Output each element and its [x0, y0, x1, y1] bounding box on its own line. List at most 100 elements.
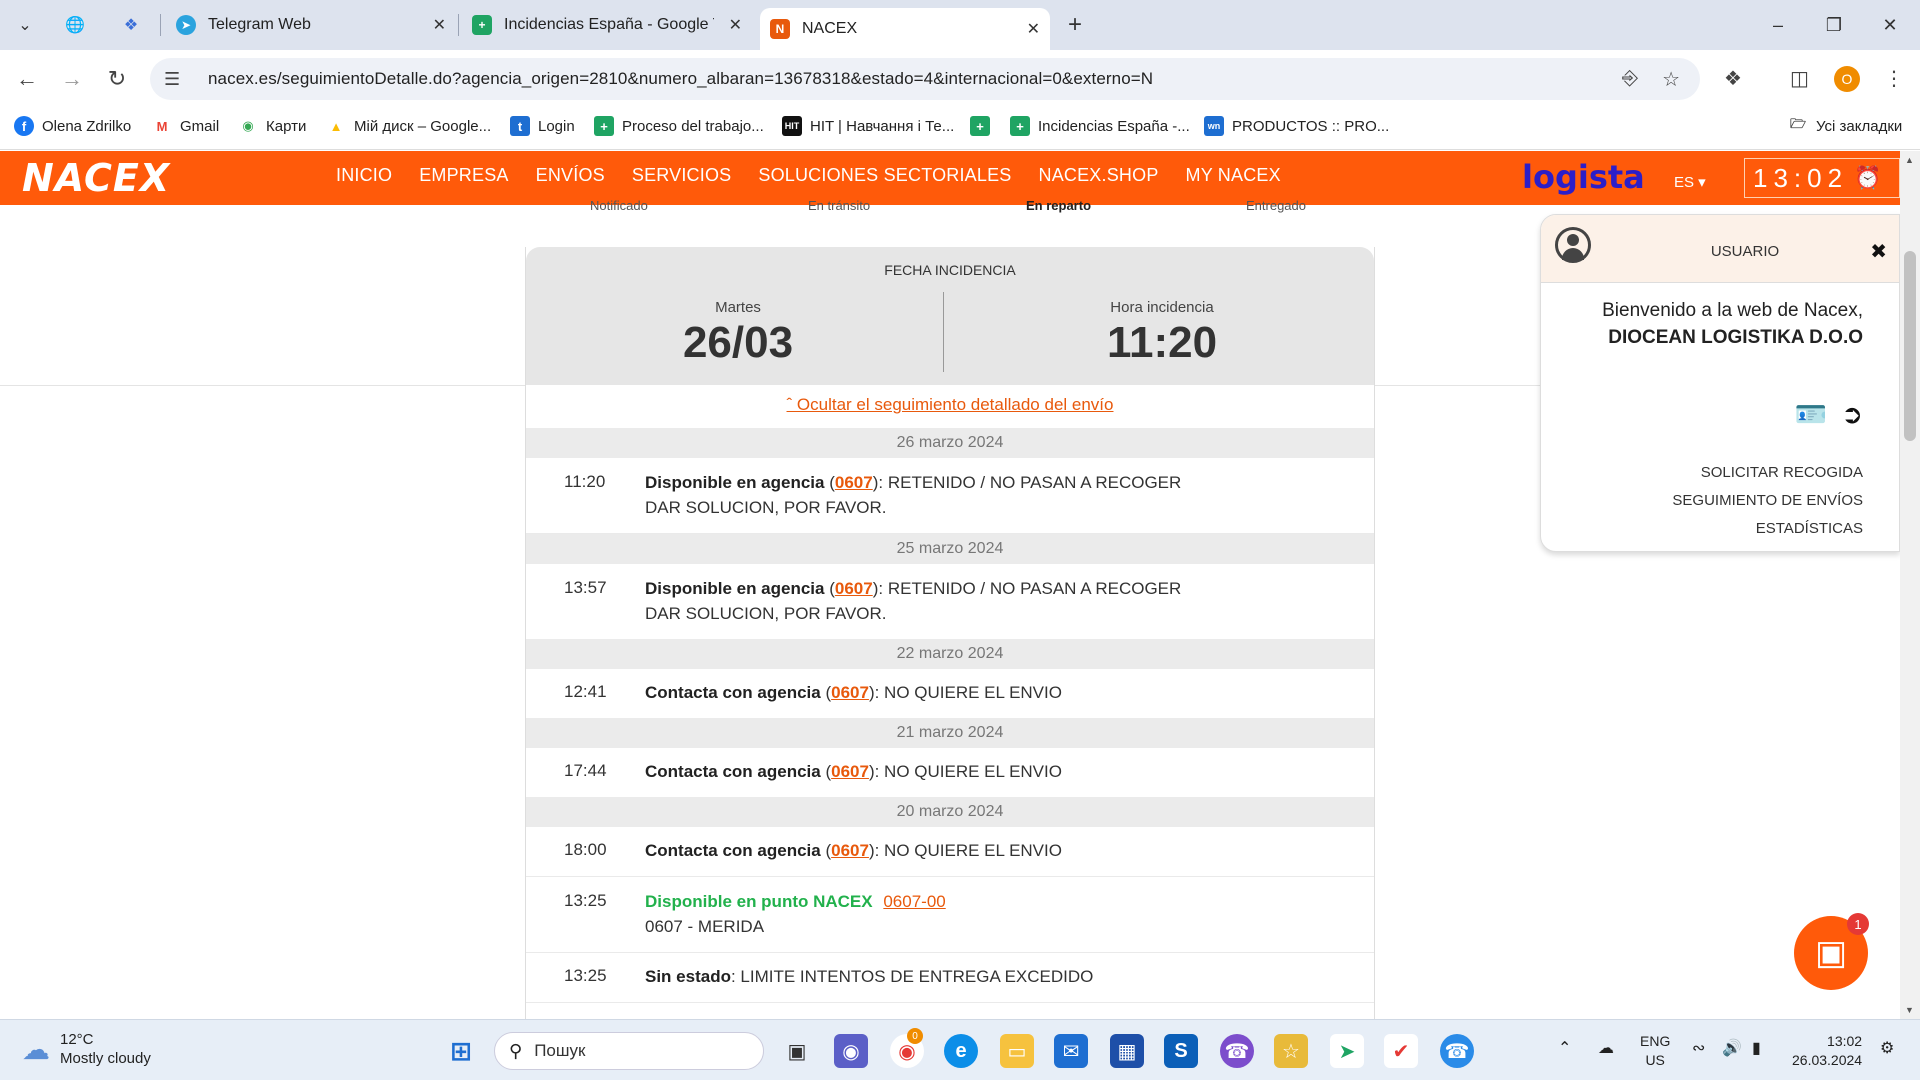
- app-bird-icon[interactable]: ➤: [1330, 1034, 1364, 1068]
- url-text[interactable]: nacex.es/seguimientoDetalle.do?agencia_o…: [208, 69, 1153, 89]
- bookmark-login[interactable]: t Login: [510, 116, 575, 136]
- link-estadisticas[interactable]: ESTADÍSTICAS: [1672, 515, 1863, 543]
- robot-icon: ▣: [1814, 934, 1848, 972]
- app-check-icon[interactable]: ✔: [1384, 1034, 1418, 1068]
- input-language[interactable]: ENG US: [1640, 1032, 1670, 1070]
- app-photo-icon[interactable]: ☆: [1274, 1034, 1308, 1068]
- extensions-icon[interactable]: ❖: [1724, 66, 1742, 91]
- profile-avatar[interactable]: O: [1834, 66, 1860, 92]
- app-phone-icon[interactable]: ☎: [1440, 1034, 1474, 1068]
- taskbar-search[interactable]: ⚲ Пошук: [494, 1032, 764, 1070]
- store-icon[interactable]: ▦: [1110, 1034, 1144, 1068]
- id-card-icon[interactable]: 🪪: [1795, 399, 1827, 430]
- teams-icon[interactable]: ◉: [834, 1034, 868, 1068]
- progress-step: Notificado: [590, 198, 648, 213]
- scroll-thumb[interactable]: [1904, 251, 1916, 441]
- side-panel-icon[interactable]: ◫: [1790, 66, 1809, 91]
- tab-nacex[interactable]: N NACEX ✕: [760, 8, 1050, 50]
- notifications-icon[interactable]: ⚙: [1880, 1038, 1894, 1058]
- bookmark-hit[interactable]: HIT HIT | Навчання і Те...: [782, 116, 954, 136]
- new-tab-icon[interactable]: +: [1060, 10, 1090, 40]
- agency-code-link[interactable]: 0607: [831, 762, 869, 781]
- telegram-icon: ➤: [176, 15, 196, 35]
- tray-chevron-icon[interactable]: ⌃: [1558, 1038, 1571, 1058]
- menu-inicio[interactable]: INICIO: [336, 165, 392, 186]
- back-icon[interactable]: ←: [10, 62, 44, 96]
- reload-icon[interactable]: ↻: [100, 62, 134, 96]
- link-solicitar-recogida[interactable]: SOLICITAR RECOGIDA: [1672, 459, 1863, 487]
- windows-start-icon[interactable]: ⊞: [444, 1034, 478, 1068]
- tab-title: Incidencias España - Google Ta: [504, 16, 714, 33]
- tab-close-icon[interactable]: ✕: [729, 15, 742, 35]
- logout-icon[interactable]: ➲: [1841, 399, 1863, 430]
- viber-icon[interactable]: ☎: [1220, 1034, 1254, 1068]
- scroll-up-icon[interactable]: ▲: [1905, 155, 1914, 165]
- battery-icon[interactable]: ▮: [1752, 1038, 1761, 1058]
- bookmark-drive[interactable]: ▲ Мій диск – Google...: [326, 116, 492, 136]
- pinned-tab-extension-icon[interactable]: ❖: [116, 10, 146, 40]
- volume-icon[interactable]: 🔊: [1722, 1038, 1742, 1058]
- bookmark-star-icon[interactable]: ☆: [1662, 67, 1680, 92]
- file-explorer-icon[interactable]: ▭: [1000, 1034, 1034, 1068]
- tab-close-icon[interactable]: ✕: [433, 15, 446, 35]
- scroll-down-icon[interactable]: ▼: [1905, 1005, 1914, 1015]
- agency-code-link[interactable]: 0607: [831, 841, 869, 860]
- agency-code-link[interactable]: 0607: [835, 579, 873, 598]
- mail-icon[interactable]: ✉: [1054, 1034, 1088, 1068]
- bookmark-olena[interactable]: f Olena Zdrilko: [14, 116, 131, 136]
- address-bar[interactable]: ☰ nacex.es/seguimientoDetalle.do?agencia…: [150, 58, 1700, 100]
- weather-widget[interactable]: ☁ 12°C Mostly cloudy: [22, 1030, 151, 1068]
- menu-my-nacex[interactable]: MY NACEX: [1186, 165, 1281, 186]
- tracking-event: 18:00 Contacta con agencia (0607): NO QU…: [526, 827, 1374, 877]
- onedrive-icon[interactable]: ☁: [1598, 1038, 1614, 1058]
- site-header: NACEX INICIO EMPRESA ENVÍOS SERVICIOS SO…: [0, 151, 1920, 205]
- site-info-icon[interactable]: ☰: [164, 69, 188, 90]
- minimize-icon[interactable]: –: [1758, 10, 1798, 40]
- close-popup-icon[interactable]: ✖: [1870, 239, 1887, 264]
- menu-soluciones[interactable]: SOLUCIONES SECTORIALES: [758, 165, 1011, 186]
- taskbar: ☁ 12°C Mostly cloudy ⊞ ⚲ Пошук ▣ ◉ ◉ e ▭ …: [0, 1019, 1920, 1080]
- gmail-icon: M: [156, 118, 168, 134]
- menu-servicios[interactable]: SERVICIOS: [632, 165, 732, 186]
- day-header: 25 marzo 2024: [526, 534, 1374, 564]
- edge-icon[interactable]: e: [944, 1034, 978, 1068]
- task-view-icon[interactable]: ▣: [780, 1034, 814, 1068]
- page-scrollbar[interactable]: ▲ ▼: [1900, 151, 1920, 1019]
- tab-search-chevron-icon[interactable]: ⌄: [10, 10, 40, 40]
- wifi-icon[interactable]: ∾: [1692, 1038, 1705, 1058]
- browser-tab-bar: ⌄ 🌐 ❖ ➤ Telegram Web ✕ + Incidencias Esp…: [0, 0, 1920, 50]
- company-name: DIOCEAN LOGISTIKA D.O.O: [1608, 327, 1863, 348]
- nacex-point-link[interactable]: 0607-00: [883, 892, 945, 911]
- all-bookmarks[interactable]: 🗁 Усі закладки: [1788, 116, 1902, 136]
- app-s-icon[interactable]: S: [1164, 1034, 1198, 1068]
- bookmark-maps[interactable]: ◉ Карти: [238, 116, 306, 136]
- bookmark-productos[interactable]: wn PRODUCTOS :: PRO...: [1204, 116, 1389, 136]
- bookmark-sheets[interactable]: +: [970, 116, 998, 136]
- tab-close-icon[interactable]: ✕: [1027, 19, 1040, 39]
- hide-tracking-link[interactable]: ˆ Ocultar el seguimiento detallado del e…: [526, 395, 1374, 415]
- nacex-logo[interactable]: NACEX: [22, 156, 170, 200]
- menu-envios[interactable]: ENVÍOS: [536, 165, 605, 186]
- menu-kebab-icon[interactable]: ⋮: [1884, 66, 1904, 91]
- bookmark-incidencias[interactable]: + Incidencias España -...: [1010, 116, 1190, 136]
- link-seguimiento[interactable]: SEGUIMIENTO DE ENVÍOS: [1672, 487, 1863, 515]
- sheets-icon: +: [970, 116, 990, 136]
- pinned-tab-globe-icon[interactable]: 🌐: [60, 10, 90, 40]
- bookmark-proceso[interactable]: + Proceso del trabajo...: [594, 116, 764, 136]
- tab-incidencias[interactable]: + Incidencias España - Google Ta ✕: [462, 8, 752, 42]
- menu-empresa[interactable]: EMPRESA: [419, 165, 508, 186]
- incident-header: FECHA INCIDENCIA: [884, 262, 1016, 278]
- agency-code-link[interactable]: 0607: [835, 473, 873, 492]
- restore-icon[interactable]: ❐: [1814, 10, 1854, 40]
- language-select[interactable]: ES ▾: [1674, 173, 1706, 191]
- system-clock[interactable]: 13:02 26.03.2024: [1792, 1032, 1862, 1070]
- forward-icon[interactable]: →: [55, 62, 89, 96]
- bookmark-gmail[interactable]: M Gmail: [152, 116, 220, 136]
- tab-telegram[interactable]: ➤ Telegram Web ✕: [166, 8, 456, 42]
- tab-title: NACEX: [802, 20, 858, 37]
- menu-nacex-shop[interactable]: NACEX.SHOP: [1039, 165, 1159, 186]
- agency-code-link[interactable]: 0607: [831, 683, 869, 702]
- translate-icon[interactable]: ⎆: [1622, 67, 1638, 90]
- close-window-icon[interactable]: ✕: [1870, 10, 1910, 40]
- popup-title: USUARIO: [1710, 243, 1780, 260]
